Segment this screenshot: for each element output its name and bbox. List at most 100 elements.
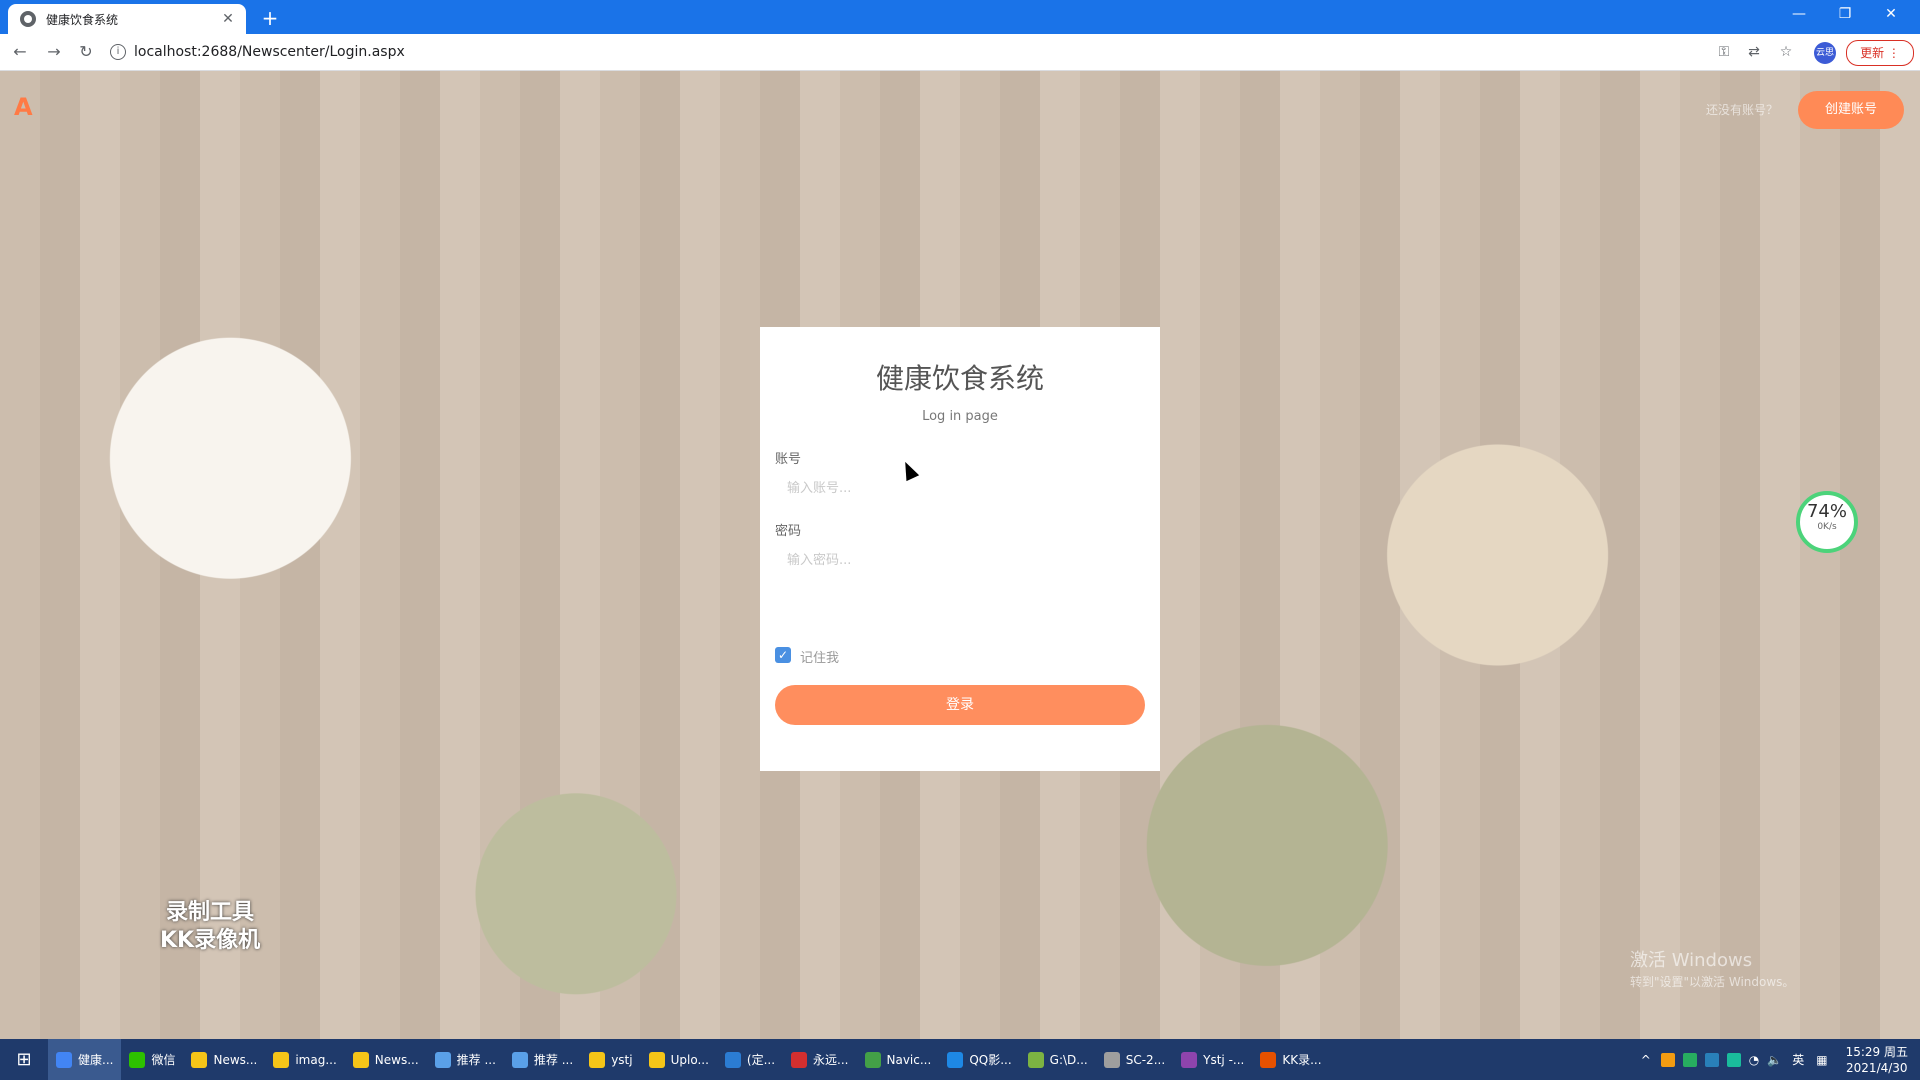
- reload-button[interactable]: ↻: [74, 40, 98, 64]
- address-bar[interactable]: i localhost:2688/Newscenter/Login.aspx: [110, 38, 1710, 66]
- taskbar-item[interactable]: SC-2...: [1096, 1039, 1173, 1080]
- taskbar-item-label: KK录...: [1282, 1053, 1322, 1067]
- tray-app-icon[interactable]: [1682, 1052, 1697, 1067]
- volume-icon[interactable]: 🔈: [1767, 1053, 1782, 1067]
- taskbar-app-icon: [1027, 1051, 1044, 1068]
- taskbar-item-label: 健康...: [78, 1053, 114, 1067]
- info-icon[interactable]: i: [110, 44, 126, 60]
- globe-icon: [20, 11, 36, 27]
- clock[interactable]: 15:29 周五 2021/4/30: [1846, 1044, 1908, 1076]
- password-input[interactable]: [775, 543, 1145, 577]
- taskbar-items: 健康... 微信 News... imag... News... 推荐 ... 推荐 ...…: [48, 1039, 1330, 1080]
- tray-wechat-icon[interactable]: [1726, 1052, 1741, 1067]
- tray-app-icon[interactable]: [1704, 1052, 1719, 1067]
- taskbar-item-label: 推荐 ...: [533, 1053, 574, 1067]
- taskbar-item-label: imag...: [295, 1052, 337, 1067]
- key-icon[interactable]: ⚿: [1714, 42, 1734, 62]
- taskbar-item[interactable]: G:\D...: [1020, 1039, 1096, 1080]
- star-icon[interactable]: ☆: [1776, 42, 1796, 62]
- taskbar-item[interactable]: ystj: [581, 1039, 640, 1080]
- tray-app-icon[interactable]: [1660, 1052, 1675, 1067]
- taskbar-app-icon: [56, 1051, 72, 1068]
- translate-icon[interactable]: ⇄: [1744, 42, 1764, 62]
- browser-tab[interactable]: 健康饮食系统 ✕: [8, 4, 246, 34]
- taskbar-item-label: News...: [213, 1052, 258, 1067]
- taskbar-item[interactable]: (定...: [717, 1039, 783, 1080]
- taskbar-item[interactable]: Uplo...: [641, 1039, 717, 1080]
- taskbar-item-label: 微信: [151, 1053, 176, 1067]
- taskbar-app-icon: [1181, 1051, 1198, 1068]
- taskbar-item[interactable]: News...: [183, 1039, 265, 1080]
- login-page: A 还没有账号？ 创建账号 健康饮食系统 Log in page 账号 密码 ✓…: [0, 71, 1920, 1039]
- gauge-speed: 0K/s: [1817, 522, 1837, 532]
- taskbar-item[interactable]: Navic...: [857, 1039, 940, 1080]
- taskbar-item[interactable]: 永远...: [783, 1039, 856, 1080]
- taskbar-app-icon: [1103, 1051, 1120, 1068]
- taskbar-item[interactable]: News...: [345, 1039, 427, 1080]
- close-tab-icon[interactable]: ✕: [218, 11, 238, 27]
- taskbar-app-icon: [511, 1051, 528, 1068]
- clock-date: 2021/4/30: [1846, 1060, 1908, 1075]
- create-account-button[interactable]: 创建账号: [1798, 91, 1904, 129]
- restore-button[interactable]: ❐: [1822, 0, 1868, 30]
- windows-taskbar: ⊞ 健康... 微信 News... imag... News... 推荐 ... 推荐 .…: [0, 1039, 1920, 1080]
- profile-avatar[interactable]: 云思: [1814, 42, 1836, 64]
- taskbar-item-label: Navic...: [886, 1052, 932, 1067]
- taskbar-item-label: SC-2...: [1125, 1052, 1166, 1067]
- signup-hint: 还没有账号？: [1706, 103, 1779, 117]
- start-button[interactable]: ⊞: [0, 1039, 48, 1080]
- account-label: 账号: [775, 452, 802, 467]
- browser-tab-bar: 健康饮食系统 ✕ + — ❐ ✕: [0, 0, 1920, 34]
- update-button[interactable]: 更新 ⋮: [1846, 40, 1914, 66]
- taskbar-item-label: Ystj -...: [1203, 1052, 1245, 1067]
- back-button[interactable]: ←: [8, 40, 32, 64]
- taskbar-item[interactable]: 推荐 ...: [504, 1039, 581, 1080]
- login-button[interactable]: 登录: [775, 685, 1145, 725]
- taskbar-item[interactable]: KK录...: [1252, 1039, 1329, 1080]
- taskbar-app-icon: [273, 1051, 290, 1068]
- account-input[interactable]: [775, 471, 1145, 505]
- system-tray: ^ ◔ 🔈 英 ▦ 15:29 周五 2021/4/30: [1635, 1039, 1920, 1080]
- url-text: localhost:2688/Newscenter/Login.aspx: [134, 44, 405, 60]
- browser-toolbar: ← → ↻ i localhost:2688/Newscenter/Login.…: [0, 34, 1920, 71]
- taskbar-item[interactable]: 微信: [121, 1039, 183, 1080]
- taskbar-item[interactable]: Ystj -...: [1173, 1039, 1252, 1080]
- taskbar-item-label: 永远...: [813, 1053, 849, 1067]
- taskbar-app-icon: [791, 1051, 808, 1068]
- taskbar-item-label: G:\D...: [1049, 1052, 1088, 1067]
- taskbar-app-icon: [648, 1051, 665, 1068]
- taskbar-item[interactable]: imag...: [265, 1039, 344, 1080]
- close-window-button[interactable]: ✕: [1868, 0, 1914, 30]
- ime-indicator[interactable]: 英: [1792, 1051, 1804, 1068]
- activate-windows-sub: 转到"设置"以激活 Windows。: [1630, 975, 1795, 989]
- taskbar-item-label: (定...: [746, 1053, 776, 1067]
- taskbar-app-icon: [352, 1051, 369, 1068]
- update-label: 更新: [1860, 46, 1885, 60]
- activate-windows-title: 激活 Windows: [1630, 950, 1753, 971]
- tray-chevron-icon[interactable]: ^: [1641, 1053, 1651, 1067]
- gauge-percent: 74%: [1806, 501, 1847, 522]
- new-tab-button[interactable]: +: [256, 4, 284, 32]
- taskbar-app-icon: [724, 1051, 741, 1068]
- remember-checkbox[interactable]: ✓: [775, 647, 791, 663]
- page-subtitle: Log in page: [922, 409, 998, 424]
- wifi-icon[interactable]: ◔: [1749, 1053, 1759, 1067]
- watermark-line2: KK录像机: [160, 928, 261, 953]
- network-gauge[interactable]: 74% 0K/s: [1796, 491, 1858, 553]
- taskbar-app-icon: [434, 1051, 451, 1068]
- taskbar-app-icon: [864, 1051, 881, 1068]
- taskbar-app-icon: [191, 1051, 208, 1068]
- site-logo[interactable]: A: [14, 93, 33, 121]
- minimize-button[interactable]: —: [1776, 0, 1822, 30]
- taskbar-item-label: News...: [374, 1052, 419, 1067]
- taskbar-item[interactable]: 健康...: [48, 1039, 122, 1080]
- taskbar-item-label: 推荐 ...: [456, 1053, 496, 1067]
- password-label: 密码: [775, 524, 802, 539]
- taskbar-item[interactable]: 推荐 ...: [427, 1039, 504, 1080]
- keyboard-icon[interactable]: ▦: [1816, 1053, 1827, 1067]
- remember-label[interactable]: 记住我: [800, 647, 839, 666]
- recorder-watermark: 录制工具 KK录像机: [160, 899, 260, 955]
- forward-button[interactable]: →: [42, 40, 66, 64]
- login-card: 健康饮食系统 Log in page 账号 密码 ✓ 记住我 登录: [760, 327, 1160, 771]
- taskbar-item[interactable]: QQ影...: [939, 1039, 1019, 1080]
